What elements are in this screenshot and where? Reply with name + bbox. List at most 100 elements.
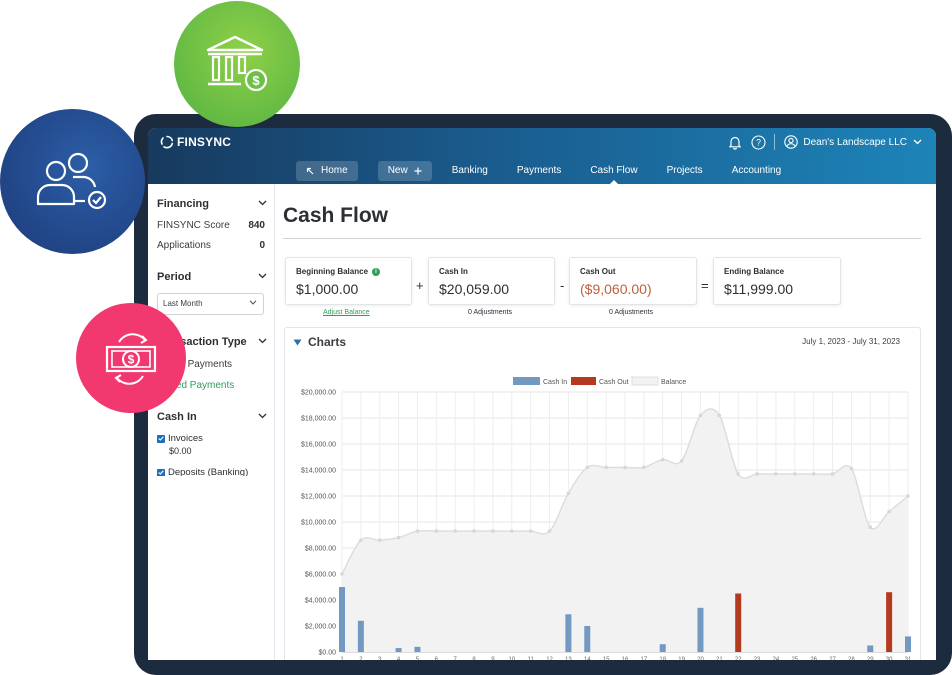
brand-name: FINSYNC	[177, 135, 232, 149]
sidebar-scroll-mask	[148, 476, 274, 660]
cash-in-bar	[414, 646, 421, 652]
nav-accounting[interactable]: Accounting	[732, 161, 781, 181]
legend-label: Balance	[661, 379, 686, 386]
x-tick-label: 16	[622, 657, 629, 660]
finsync-score-row[interactable]: FINSYNC Score 840	[157, 220, 265, 231]
balance-point	[359, 538, 363, 542]
triangle-down-icon	[293, 339, 302, 345]
nav-banking[interactable]: Banking	[452, 161, 488, 181]
y-tick-label: $2,000.00	[305, 624, 336, 631]
cash-out-adjustments[interactable]: 0 Adjustments	[609, 309, 653, 316]
x-tick-label: 3	[378, 657, 382, 660]
chevron-down-icon	[258, 338, 267, 344]
app-header: FINSYNC ? Dean's Landscape LLC Home New …	[148, 128, 936, 185]
adjust-balance-link[interactable]: Adjust Balance	[323, 309, 370, 316]
finsync-logo[interactable]: FINSYNC	[160, 134, 231, 150]
x-tick-label: 15	[603, 657, 610, 660]
financing-section-header[interactable]: Financing	[157, 198, 267, 210]
title-divider	[283, 238, 921, 239]
checkbox-checked-icon	[157, 434, 165, 443]
money-cycle-icon: $	[105, 333, 157, 385]
cash-out-label: Cash Out	[580, 267, 616, 276]
balance-point	[849, 466, 854, 471]
balance-point	[547, 529, 552, 533]
chevron-down-icon	[249, 300, 257, 305]
balance-point	[377, 538, 382, 542]
cash-out-card: Cash Out ($9,060.00)	[569, 257, 697, 305]
header-actions: ? Dean's Landscape LLC	[728, 134, 922, 150]
cash-in-value: $20,059.00	[439, 281, 510, 297]
x-tick-label: 19	[678, 657, 685, 660]
x-tick-label: 13	[565, 657, 572, 660]
balance-point	[510, 529, 514, 533]
legend-swatch	[571, 377, 596, 385]
charts-toggle[interactable]: Charts	[293, 335, 346, 349]
balance-point	[453, 529, 457, 533]
x-tick-label: 1	[340, 657, 344, 660]
legend-label: Cash In	[543, 379, 567, 386]
arrow-up-left-icon	[306, 167, 314, 175]
chevron-down-icon	[258, 200, 267, 206]
x-tick-label: 21	[716, 657, 723, 660]
balance-point	[340, 572, 344, 576]
user-circle-icon	[784, 135, 799, 149]
cash-in-bar	[867, 645, 874, 652]
balance-point	[793, 472, 797, 476]
x-tick-label: 26	[810, 657, 817, 660]
balance-point	[491, 529, 495, 533]
chevron-down-icon	[913, 139, 922, 145]
balance-point	[660, 457, 665, 462]
header-divider	[774, 134, 776, 150]
x-tick-label: 27	[829, 657, 836, 660]
ending-balance-value: $11,999.00	[724, 281, 794, 297]
x-tick-label: 24	[773, 657, 780, 660]
invoices-amount: $0.00	[169, 446, 192, 456]
period-section-header[interactable]: Period	[157, 271, 267, 283]
x-tick-label: 10	[508, 657, 515, 660]
nav-home-button[interactable]: Home	[296, 161, 358, 181]
invoices-checkbox[interactable]: Invoices	[157, 433, 203, 444]
balance-point	[434, 529, 439, 533]
y-tick-label: $10,000.00	[301, 520, 336, 527]
balance-point	[415, 529, 420, 533]
bank-icon: $	[206, 35, 268, 92]
x-tick-label: 29	[867, 657, 874, 660]
balance-point	[868, 525, 873, 529]
y-tick-label: $14,000.00	[301, 468, 336, 475]
plus-icon	[414, 167, 422, 175]
nav-new-label: New	[387, 165, 408, 176]
period-select[interactable]: Last Month	[157, 293, 264, 315]
nav-cash-flow[interactable]: Cash Flow	[590, 161, 638, 185]
cash-in-bar	[905, 636, 911, 652]
main-content: Cash Flow Beginning Balance i $1,000.00 A…	[275, 184, 936, 660]
x-tick-label: 25	[791, 657, 798, 660]
beginning-balance-value: $1,000.00	[296, 281, 359, 297]
cash-in-bar	[697, 607, 704, 652]
filter-sidebar: Financing FINSYNC Score 840 Applications…	[148, 184, 275, 660]
legend-label: Cash Out	[599, 379, 629, 386]
applications-value: 0	[259, 240, 265, 251]
equals-operator: =	[701, 278, 709, 293]
balance-point	[623, 465, 627, 470]
company-switcher[interactable]: Dean's Landscape LLC	[784, 135, 922, 149]
page-title: Cash Flow	[283, 204, 389, 227]
info-icon[interactable]: i	[372, 267, 381, 276]
nav-payments[interactable]: Payments	[517, 161, 561, 181]
help-icon[interactable]: ?	[751, 134, 766, 150]
legend-swatch	[513, 377, 540, 385]
balance-point	[679, 459, 684, 463]
cash-in-adjustments[interactable]: 0 Adjustments	[468, 309, 512, 316]
balance-point	[774, 472, 778, 476]
x-tick-label: 12	[546, 657, 553, 660]
nav-projects[interactable]: Projects	[667, 161, 703, 181]
applications-row[interactable]: Applications 0	[157, 240, 265, 251]
cash-flow-chart: $0.00 $2,000.00 $4,000.00 $6,000.00 $8,000.0…	[301, 376, 912, 660]
balance-point	[906, 494, 910, 498]
cash-in-bar	[659, 644, 666, 652]
cash-in-section-header[interactable]: Cash In	[157, 411, 267, 423]
chevron-down-icon	[258, 273, 267, 279]
nav-new-button[interactable]: New	[377, 161, 432, 181]
ending-balance-label: Ending Balance	[724, 267, 785, 276]
bell-icon[interactable]	[728, 135, 742, 150]
y-tick-label: $8,000.00	[305, 546, 336, 553]
